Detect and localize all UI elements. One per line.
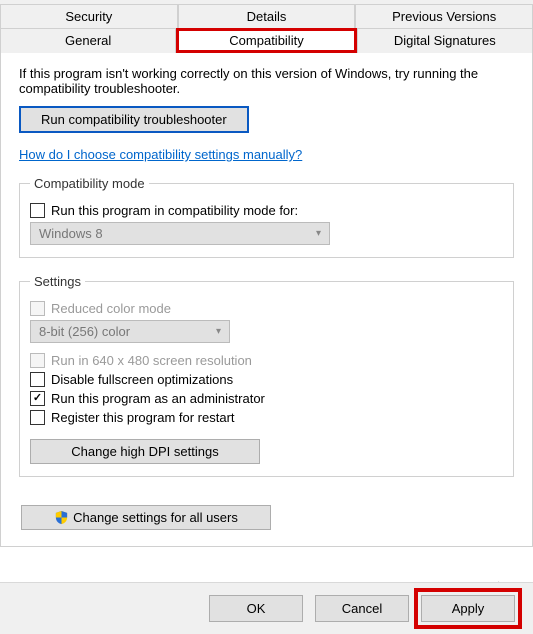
- cancel-button[interactable]: Cancel: [315, 595, 409, 622]
- run-troubleshooter-button[interactable]: Run compatibility troubleshooter: [19, 106, 249, 133]
- color-mode-value: 8-bit (256) color: [39, 324, 130, 339]
- tabs-container: Security Details Previous Versions Gener…: [0, 0, 533, 53]
- register-restart-checkbox[interactable]: [30, 410, 45, 425]
- change-dpi-button[interactable]: Change high DPI settings: [30, 439, 260, 464]
- shield-icon: [54, 510, 69, 525]
- apply-button[interactable]: Apply: [421, 595, 515, 622]
- change-all-users-label: Change settings for all users: [73, 510, 238, 525]
- run-admin-label: Run this program as an administrator: [51, 391, 265, 406]
- reduced-color-label: Reduced color mode: [51, 301, 171, 316]
- low-res-label: Run in 640 x 480 screen resolution: [51, 353, 252, 368]
- compat-mode-label: Run this program in compatibility mode f…: [51, 203, 298, 218]
- tab-digital-signatures[interactable]: Digital Signatures: [357, 28, 533, 53]
- disable-fullscreen-checkbox[interactable]: [30, 372, 45, 387]
- tab-compatibility[interactable]: Compatibility: [176, 28, 356, 53]
- compatibility-mode-group: Compatibility mode Run this program in c…: [19, 176, 514, 258]
- chevron-down-icon: ▾: [316, 228, 321, 239]
- properties-dialog: Security Details Previous Versions Gener…: [0, 0, 533, 634]
- tab-general[interactable]: General: [0, 28, 176, 53]
- settings-group: Settings Reduced color mode 8-bit (256) …: [19, 274, 514, 477]
- tab-previous-versions[interactable]: Previous Versions: [355, 4, 533, 28]
- run-admin-checkbox[interactable]: [30, 391, 45, 406]
- register-restart-label: Register this program for restart: [51, 410, 235, 425]
- tab-details[interactable]: Details: [178, 4, 356, 28]
- reduced-color-checkbox: [30, 301, 45, 316]
- compatibility-mode-legend: Compatibility mode: [30, 176, 149, 191]
- dialog-button-bar: OK Cancel Apply: [0, 582, 533, 634]
- chevron-down-icon: ▾: [216, 326, 221, 337]
- ok-button[interactable]: OK: [209, 595, 303, 622]
- compat-mode-combo[interactable]: Windows 8 ▾: [30, 222, 330, 245]
- compat-mode-combo-value: Windows 8: [39, 226, 103, 241]
- low-res-checkbox: [30, 353, 45, 368]
- tab-security[interactable]: Security: [0, 4, 178, 28]
- change-all-users-button[interactable]: Change settings for all users: [21, 505, 271, 530]
- manual-settings-link[interactable]: How do I choose compatibility settings m…: [19, 147, 302, 162]
- compat-mode-checkbox[interactable]: [30, 203, 45, 218]
- disable-fullscreen-label: Disable fullscreen optimizations: [51, 372, 233, 387]
- color-mode-combo: 8-bit (256) color ▾: [30, 320, 230, 343]
- tab-content: If this program isn't working correctly …: [0, 52, 533, 547]
- description-text: If this program isn't working correctly …: [19, 66, 514, 96]
- settings-legend: Settings: [30, 274, 85, 289]
